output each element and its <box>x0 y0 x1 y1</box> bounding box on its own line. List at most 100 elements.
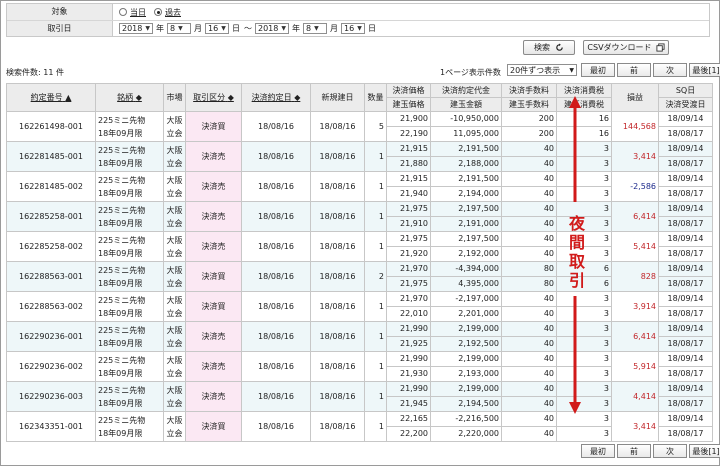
delivery-date-cell: 18/08/17 <box>658 126 713 142</box>
cell-text: 3 <box>603 309 609 318</box>
price-open-cell: 21,945 <box>386 396 431 412</box>
header-open-date: 新規建日 <box>310 83 365 112</box>
amount-settle-cell: 2,191,500 <box>430 141 502 157</box>
to-day-select[interactable]: 16 ▼ <box>341 23 365 34</box>
csv-download-label: CSVダウンロード <box>587 43 652 52</box>
cell-text: 40 <box>543 369 554 378</box>
cell-text: 大阪 <box>166 385 183 395</box>
per-page-select[interactable]: 20件ずつ表示 ▼ <box>507 64 577 76</box>
trade-type-cell: 決済売 <box>185 321 242 352</box>
from-month-select[interactable]: 8 ▼ <box>167 23 191 34</box>
header-contract-no[interactable]: 約定番号 ▲ <box>6 83 96 112</box>
qty-cell: 1 <box>364 381 387 412</box>
cell-text: 18/08/16 <box>258 421 294 431</box>
pager-prev-button[interactable]: 前 <box>617 444 651 458</box>
from-year-select[interactable]: 2018 ▼ <box>119 23 153 34</box>
unit-year: 年 <box>292 24 300 33</box>
contract-no-cell: 162288563-002 <box>6 291 96 322</box>
amount-open-cell: 2,191,000 <box>430 216 502 232</box>
pager-next-button[interactable]: 次 <box>653 444 687 458</box>
pl-cell: 144,568 <box>611 111 659 142</box>
target-row: 対象 当日 過去 <box>7 4 709 20</box>
cell-text: 18/09/14 <box>667 294 704 303</box>
sq-date-cell: 18/09/14 <box>658 111 713 127</box>
cell-text: 決済買 <box>201 121 226 131</box>
cell-text: 2,220,000 <box>458 429 499 438</box>
cell-text: 18/08/17 <box>667 339 704 348</box>
issue-cell: 225ミニ先物 18年09月限 <box>95 381 164 412</box>
cell-text: 大阪 <box>166 145 183 155</box>
amount-open-cell: 2,201,000 <box>430 306 502 322</box>
cell-text: 40 <box>543 159 554 168</box>
cell-text: 18年09月限 <box>98 248 143 258</box>
cell-text: 18/08/17 <box>667 309 704 318</box>
cell-text: 18/08/16 <box>258 391 294 401</box>
contract-no-cell: 162285258-002 <box>6 231 96 262</box>
cell-text: 1 <box>378 331 384 341</box>
fee-settle-cell: 200 <box>501 111 557 127</box>
from-day-select[interactable]: 16 ▼ <box>205 23 229 34</box>
pager-prev-button[interactable]: 前 <box>617 63 651 77</box>
cell-text: 21,925 <box>400 339 428 348</box>
radio-today-label[interactable]: 当日 <box>130 7 146 18</box>
to-month-select[interactable]: 8 ▼ <box>303 23 327 34</box>
market-cell: 大阪 立会 <box>163 261 186 292</box>
search-form: 対象 当日 過去 取引日 2018 ▼ 年 8 ▼ 月 16 ▼ 日 ～ 2018 ▼ … <box>6 3 710 37</box>
pager-last-button[interactable]: 最後[1] <box>689 63 720 77</box>
cell-text: 18/09/14 <box>667 324 704 333</box>
radio-today-circle[interactable] <box>119 8 127 16</box>
qty-cell: 1 <box>364 231 387 262</box>
cell-text: 18/08/17 <box>667 279 704 288</box>
pager-last-button[interactable]: 最後[1] <box>689 444 720 458</box>
cell-text: 18年09月限 <box>98 218 143 228</box>
cell-text: 大阪 <box>166 415 183 425</box>
search-button[interactable]: 検索 <box>523 40 575 55</box>
search-button-label: 検索 <box>534 43 550 52</box>
radio-today[interactable]: 当日 <box>119 7 146 18</box>
cell-text: -10,950,000 <box>450 114 499 123</box>
cell-text: 3,414 <box>633 421 656 431</box>
header-settle-date[interactable]: 決済約定日 ◆ <box>241 83 311 112</box>
arrow-head-up <box>569 96 581 108</box>
header-trade-type[interactable]: 取引区分 ◆ <box>185 83 242 112</box>
market-cell: 大阪 立会 <box>163 411 186 442</box>
csv-download-button[interactable]: CSVダウンロード <box>583 40 669 55</box>
pager-first-button[interactable]: 最初 <box>581 444 615 458</box>
cell-text: 40 <box>543 234 554 243</box>
cell-text: 18/08/16 <box>319 391 356 401</box>
cell-text: 3 <box>603 384 609 393</box>
cell-text: 2,194,500 <box>458 399 499 408</box>
pager-first-button[interactable]: 最初 <box>581 63 615 77</box>
open-date-cell: 18/08/16 <box>310 141 365 172</box>
settle-date-cell: 18/08/16 <box>241 291 311 322</box>
fee-open-cell: 40 <box>501 396 557 412</box>
trade-type-cell: 決済買 <box>185 291 242 322</box>
price-open-cell: 22,010 <box>386 306 431 322</box>
cell-text: 225ミニ先物 <box>98 235 146 245</box>
open-date-cell: 18/08/16 <box>310 231 365 262</box>
cell-text: 18/09/14 <box>667 264 704 273</box>
header-pl: 損益 <box>611 83 659 112</box>
to-year-value: 2018 <box>258 24 279 33</box>
sq-date-cell: 18/09/14 <box>658 141 713 157</box>
radio-past[interactable]: 過去 <box>154 7 181 18</box>
pager-next-button[interactable]: 次 <box>653 63 687 77</box>
fee-settle-cell: 40 <box>501 351 557 367</box>
cell-text: 3 <box>603 144 609 153</box>
radio-past-label[interactable]: 過去 <box>165 7 181 18</box>
header-issue[interactable]: 銘柄 ◆ <box>95 83 164 112</box>
table-row: 162281485-002 225ミニ先物 18年09月限 大阪 立会 決済売 18/08/… <box>6 171 713 202</box>
price-settle-cell: 21,915 <box>386 141 431 157</box>
pager-top: 最初 前 次 最後[1] <box>579 63 720 77</box>
radio-past-circle[interactable] <box>154 8 162 16</box>
cell-text: 162288563-001 <box>19 271 83 281</box>
to-year-select[interactable]: 2018 ▼ <box>255 23 289 34</box>
issue-cell: 225ミニ先物 18年09月限 <box>95 411 164 442</box>
market-cell: 大阪 立会 <box>163 141 186 172</box>
settle-date-cell: 18/08/16 <box>241 321 311 352</box>
fee-open-cell: 200 <box>501 126 557 142</box>
unit-day: 日 <box>232 24 240 33</box>
price-settle-cell: 21,990 <box>386 381 431 397</box>
cell-text: 225ミニ先物 <box>98 415 146 425</box>
cell-text: 18/09/14 <box>667 384 704 393</box>
